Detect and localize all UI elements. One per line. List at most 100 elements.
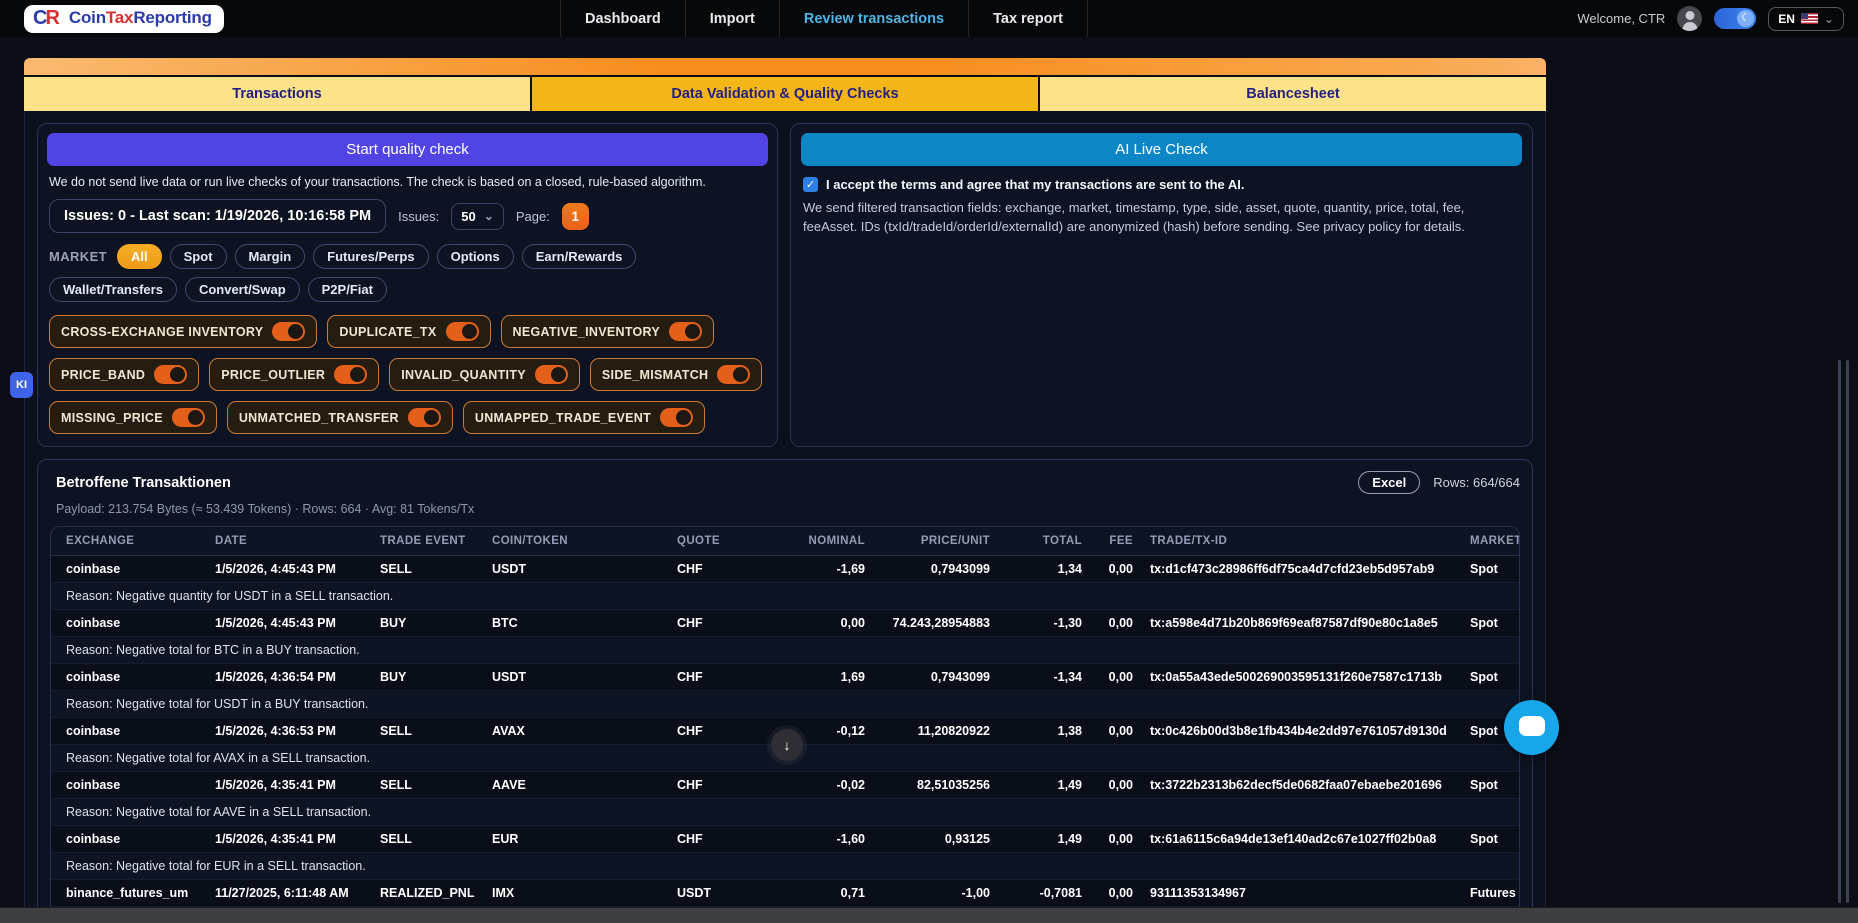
cell-fee: 0,00: [1084, 825, 1135, 852]
col-header-exchange: EXCHANGE: [51, 527, 200, 555]
market-label: MARKET: [49, 249, 107, 264]
cell-date: 1/5/2026, 4:36:54 PM: [200, 663, 365, 690]
cell-market: Spot: [1455, 825, 1520, 852]
cell-nominal: -0,02: [751, 771, 867, 798]
market-chip-all[interactable]: All: [117, 244, 162, 269]
toggle-switch[interactable]: [154, 365, 187, 384]
cell-market: Spot: [1455, 771, 1520, 798]
nav-item-dashboard[interactable]: Dashboard: [560, 0, 685, 37]
check-toggle-duplicate-tx[interactable]: DUPLICATE_TX: [327, 315, 490, 348]
cell-coin: AAVE: [477, 771, 662, 798]
table-row[interactable]: coinbase1/5/2026, 4:36:54 PMBUYUSDTCHF1,…: [51, 663, 1520, 690]
chat-icon: [1519, 716, 1545, 736]
cell-market: Spot: [1455, 663, 1520, 690]
market-chip-options[interactable]: Options: [437, 244, 514, 269]
col-header-trade-event: TRADE EVENT: [365, 527, 477, 555]
check-toggle-cross-exchange-inventory[interactable]: CROSS-EXCHANGE INVENTORY: [49, 315, 317, 348]
cell-tx-id: tx:61a6115c6a94de13ef140ad2c67e1027ff02b…: [1135, 825, 1455, 852]
toggle-switch[interactable]: [272, 322, 305, 341]
scroll-down-button[interactable]: ↓: [771, 729, 803, 761]
reason-row: Reason: Negative total for AAVE in a SEL…: [51, 798, 1520, 825]
chat-widget-button[interactable]: [1504, 700, 1559, 755]
toggle-switch[interactable]: [717, 365, 750, 384]
quality-check-panel: Start quality check We do not send live …: [37, 123, 778, 447]
toggle-switch[interactable]: [446, 322, 479, 341]
toggle-switch[interactable]: [334, 365, 367, 384]
cell-tx-id: tx:a598e4d71b20b869f69eaf87587df90e80c1a…: [1135, 609, 1455, 636]
ai-live-check-button[interactable]: AI Live Check: [801, 133, 1522, 166]
table-row[interactable]: coinbase1/5/2026, 4:35:41 PMSELLAAVECHF-…: [51, 771, 1520, 798]
cell-fee: 0,00: [1084, 609, 1135, 636]
cell-market: Spot: [1455, 609, 1520, 636]
user-avatar[interactable]: [1677, 6, 1702, 31]
excel-export-button[interactable]: Excel: [1358, 471, 1420, 494]
top-navbar: CR CoinTaxReporting DashboardImportRevie…: [0, 0, 1858, 37]
toggle-switch[interactable]: [669, 322, 702, 341]
cell-total: 1,49: [992, 825, 1084, 852]
table-header-row: EXCHANGEDATETRADE EVENTCOIN/TOKENQUOTENO…: [51, 527, 1520, 555]
check-label: DUPLICATE_TX: [339, 325, 436, 339]
cell-event: SELL: [365, 771, 477, 798]
reason-text: Reason: Negative total for AAVE in a SEL…: [51, 798, 1520, 825]
market-chip-futures-perps[interactable]: Futures/Perps: [313, 244, 428, 269]
start-quality-check-button[interactable]: Start quality check: [47, 133, 768, 166]
cell-nominal: 0,71: [751, 879, 867, 906]
language-selector[interactable]: EN ⌄: [1768, 7, 1844, 31]
ki-badge[interactable]: KI: [10, 372, 33, 398]
affected-transactions-panel: Betroffene Transaktionen Excel Rows: 664…: [37, 459, 1533, 923]
market-chip-earn-rewards[interactable]: Earn/Rewards: [522, 244, 637, 269]
consent-checkbox[interactable]: ✓: [803, 177, 818, 192]
check-label: PRICE_BAND: [61, 368, 145, 382]
check-toggle-invalid-quantity[interactable]: INVALID_QUANTITY: [389, 358, 580, 391]
cell-date: 1/5/2026, 4:45:43 PM: [200, 555, 365, 582]
tab-transactions[interactable]: Transactions: [24, 77, 530, 111]
check-toggle-negative-inventory[interactable]: NEGATIVE_INVENTORY: [501, 315, 715, 348]
col-header-nominal: NOMINAL: [751, 527, 867, 555]
col-header-total: TOTAL: [992, 527, 1084, 555]
toggle-switch[interactable]: [535, 365, 568, 384]
market-chip-p2p-fiat[interactable]: P2P/Fiat: [308, 277, 387, 302]
market-chip-spot[interactable]: Spot: [170, 244, 227, 269]
page-label: Page:: [516, 209, 550, 224]
cell-exchange: binance_futures_um: [51, 879, 200, 906]
logo-wordmark: CoinTaxReporting: [69, 8, 212, 28]
table-row[interactable]: coinbase1/5/2026, 4:45:43 PMBUYBTCCHF0,0…: [51, 609, 1520, 636]
reason-text: Reason: Negative quantity for USDT in a …: [51, 582, 1520, 609]
nav-item-tax-report[interactable]: Tax report: [968, 0, 1088, 37]
check-toggle-missing-price[interactable]: MISSING_PRICE: [49, 401, 217, 434]
us-flag-icon: [1801, 13, 1818, 24]
vertical-scrollbar[interactable]: [1838, 360, 1841, 903]
dark-mode-toggle[interactable]: ☾: [1714, 8, 1756, 29]
check-toggle-price-outlier[interactable]: PRICE_OUTLIER: [209, 358, 379, 391]
accent-gradient-bar: [24, 58, 1546, 75]
check-toggle-unmapped-trade-event[interactable]: UNMAPPED_TRADE_EVENT: [463, 401, 705, 434]
check-toggle-unmatched-transfer[interactable]: UNMATCHED_TRANSFER: [227, 401, 453, 434]
market-chip-wallet-transfers[interactable]: Wallet/Transfers: [49, 277, 177, 302]
nav-item-import[interactable]: Import: [685, 0, 779, 37]
tab-balancesheet[interactable]: Balancesheet: [1040, 77, 1546, 111]
toggle-switch[interactable]: [408, 408, 441, 427]
market-chip-margin[interactable]: Margin: [235, 244, 306, 269]
page-1-button[interactable]: 1: [562, 203, 589, 230]
horizontal-scrollbar[interactable]: [0, 907, 1858, 923]
issues-per-page-value: 50: [461, 209, 475, 224]
tab-data-validation-quality-checks[interactable]: Data Validation & Quality Checks: [532, 77, 1038, 111]
toggle-knob: [551, 367, 566, 382]
cell-nominal: 1,69: [751, 663, 867, 690]
cell-exchange: coinbase: [51, 555, 200, 582]
nav-item-review-transactions[interactable]: Review transactions: [779, 0, 968, 37]
cell-event: REALIZED_PNL: [365, 879, 477, 906]
vertical-scrollbar-inner[interactable]: [1846, 360, 1849, 903]
toggle-switch[interactable]: [660, 408, 693, 427]
table-row[interactable]: coinbase1/5/2026, 4:45:43 PMSELLUSDTCHF-…: [51, 555, 1520, 582]
market-chip-convert-swap[interactable]: Convert/Swap: [185, 277, 300, 302]
issues-per-page-select[interactable]: 50 ⌄: [451, 203, 504, 230]
app-logo[interactable]: CR CoinTaxReporting: [24, 5, 224, 33]
toggle-switch[interactable]: [172, 408, 205, 427]
chevron-down-icon: ⌄: [484, 213, 494, 219]
table-row[interactable]: coinbase1/5/2026, 4:35:41 PMSELLEURCHF-1…: [51, 825, 1520, 852]
check-toggle-side-mismatch[interactable]: SIDE_MISMATCH: [590, 358, 762, 391]
check-toggles: CROSS-EXCHANGE INVENTORY DUPLICATE_TX NEGA…: [49, 315, 766, 434]
check-toggle-price-band[interactable]: PRICE_BAND: [49, 358, 199, 391]
table-row[interactable]: binance_futures_um11/27/2025, 6:11:48 AM…: [51, 879, 1520, 906]
